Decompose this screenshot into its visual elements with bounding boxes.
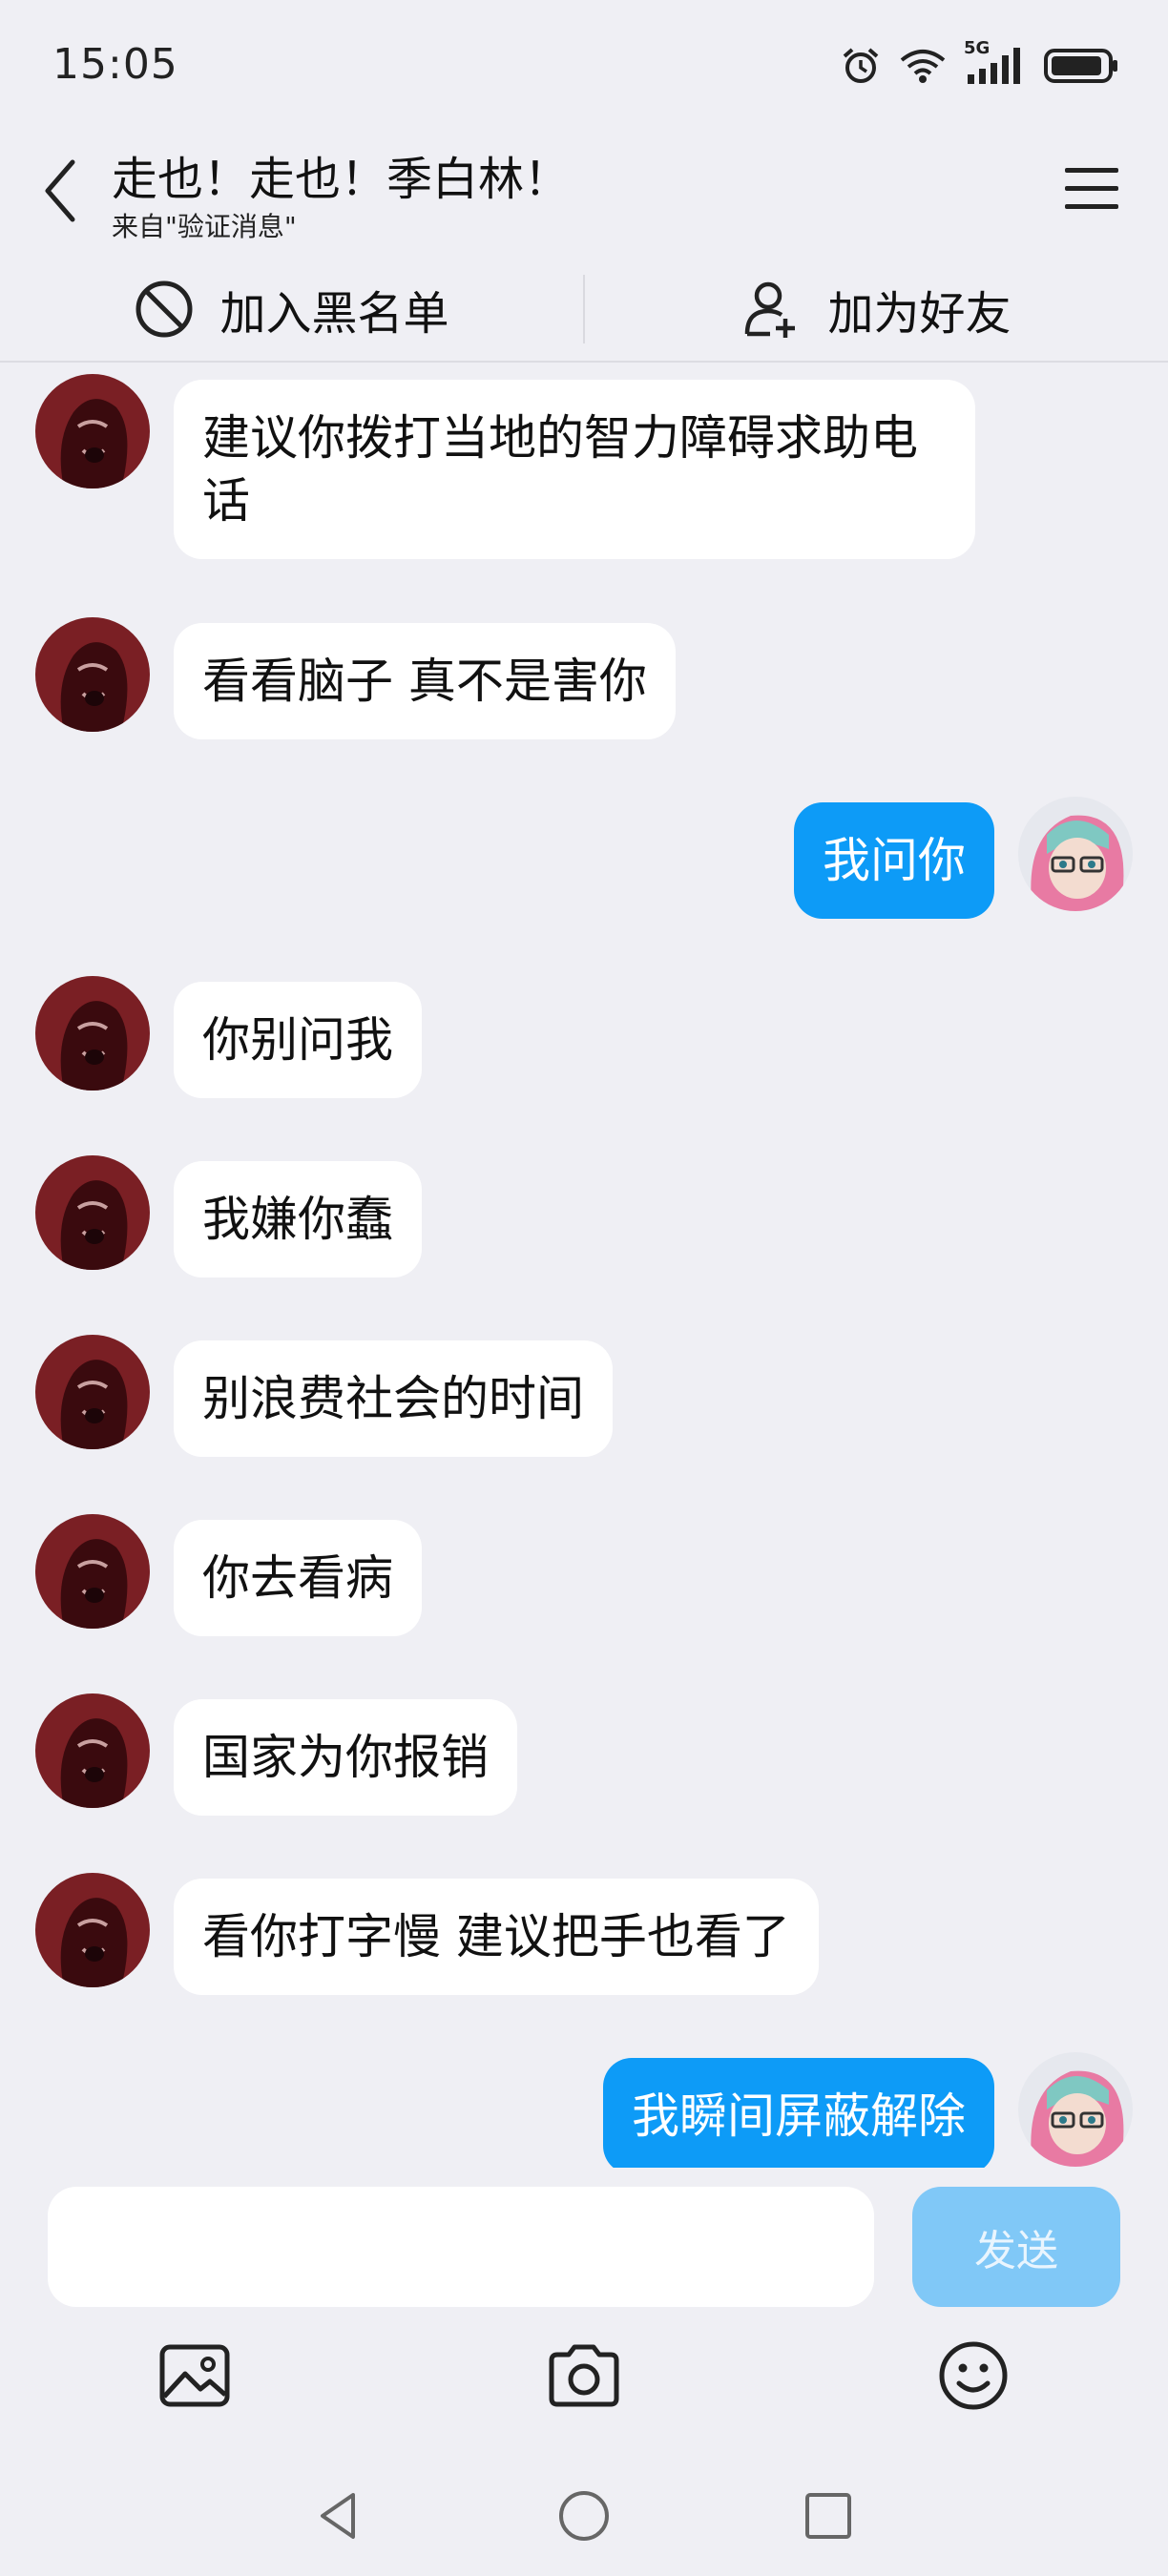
nav-recents-button[interactable]: [800, 2487, 857, 2545]
image-icon: [159, 2344, 230, 2407]
add-friend-button[interactable]: 加为好友: [585, 258, 1168, 361]
contact-avatar[interactable]: [35, 1693, 150, 1808]
system-nav-bar: [0, 2457, 1168, 2576]
message-input[interactable]: [48, 2187, 874, 2307]
message-row: 你别问我: [0, 976, 1168, 1100]
square-recents-icon: [805, 2493, 851, 2539]
chat-subtitle: 来自"验证消息": [112, 211, 297, 242]
hamburger-menu-icon: [1065, 168, 1118, 209]
contact-avatar[interactable]: [35, 976, 150, 1091]
my-avatar[interactable]: [1018, 797, 1133, 911]
network-type-label: 5G: [964, 38, 991, 58]
incoming-message-bubble[interactable]: 看你打字慢 建议把手也看了: [174, 1879, 819, 1995]
circle-home-icon: [559, 2491, 609, 2541]
message-row: 我问你: [0, 797, 1168, 921]
triangle-back-icon: [321, 2493, 355, 2539]
wifi-icon: [899, 47, 947, 85]
chevron-left-icon: [45, 159, 75, 222]
emoji-button[interactable]: [935, 2337, 1012, 2414]
message-row: 建议你拨打当地的智力障碍求助电话: [0, 374, 1168, 565]
message-row: 看看脑子 真不是害你: [0, 617, 1168, 741]
blacklist-label: 加入黑名单: [219, 287, 449, 341]
incoming-message-bubble[interactable]: 国家为你报销: [174, 1699, 517, 1816]
camera-icon: [549, 2344, 619, 2407]
menu-button[interactable]: [1063, 162, 1120, 216]
status-bar: 15:05 5G: [0, 0, 1168, 134]
alarm-icon: [840, 45, 882, 87]
smiley-icon: [939, 2341, 1008, 2410]
incoming-message-bubble[interactable]: 我嫌你蠢: [174, 1161, 422, 1278]
back-button[interactable]: [38, 155, 86, 227]
message-row: 我嫌你蠢: [0, 1155, 1168, 1279]
contact-avatar[interactable]: [35, 1514, 150, 1629]
message-row: 看你打字慢 建议把手也看了: [0, 1873, 1168, 1997]
incoming-message-bubble[interactable]: 你别问我: [174, 982, 422, 1098]
nav-back-button[interactable]: [311, 2487, 368, 2545]
action-bar: 加入黑名单 加为好友: [0, 258, 1168, 363]
send-button[interactable]: 发送: [912, 2187, 1120, 2307]
contact-avatar[interactable]: [35, 1155, 150, 1270]
incoming-message-bubble[interactable]: 你去看病: [174, 1520, 422, 1636]
add-user-icon: [745, 281, 796, 338]
contact-avatar[interactable]: [35, 1873, 150, 1987]
chat-header: 走也！走也！季白林！ 来自"验证消息": [0, 134, 1168, 248]
incoming-message-bubble[interactable]: 看看脑子 真不是害你: [174, 623, 676, 739]
status-icons: 5G: [840, 38, 1120, 90]
chat-message-list[interactable]: 建议你拨打当地的智力障碍求助电话 看看脑子 真不是害你 我问你 你别问我 我嫌你…: [0, 364, 1168, 2168]
nav-home-button[interactable]: [555, 2487, 613, 2545]
contact-avatar[interactable]: [35, 1335, 150, 1449]
incoming-message-bubble[interactable]: 别浪费社会的时间: [174, 1340, 613, 1457]
outgoing-message-bubble[interactable]: 我问你: [794, 802, 994, 919]
message-row: 我瞬间屏蔽解除: [0, 2052, 1168, 2168]
contact-avatar[interactable]: [35, 374, 150, 488]
add-to-blacklist-button[interactable]: 加入黑名单: [0, 258, 583, 361]
my-avatar[interactable]: [1018, 2052, 1133, 2167]
message-row: 你去看病: [0, 1514, 1168, 1638]
outgoing-message-bubble[interactable]: 我瞬间屏蔽解除: [603, 2058, 994, 2168]
contact-avatar[interactable]: [35, 617, 150, 732]
chat-title: 走也！走也！季白林！: [112, 153, 571, 206]
incoming-message-bubble[interactable]: 建议你拨打当地的智力障碍求助电话: [174, 380, 975, 559]
battery-icon: [1044, 47, 1120, 85]
add-friend-label: 加为好友: [827, 287, 1012, 341]
message-row: 国家为你报销: [0, 1693, 1168, 1818]
block-icon: [136, 280, 193, 338]
message-row: 别浪费社会的时间: [0, 1335, 1168, 1459]
signal-icon: 5G: [964, 38, 1027, 86]
image-picker-button[interactable]: [156, 2337, 233, 2414]
camera-button[interactable]: [546, 2337, 622, 2414]
status-time: 15:05: [52, 40, 178, 89]
